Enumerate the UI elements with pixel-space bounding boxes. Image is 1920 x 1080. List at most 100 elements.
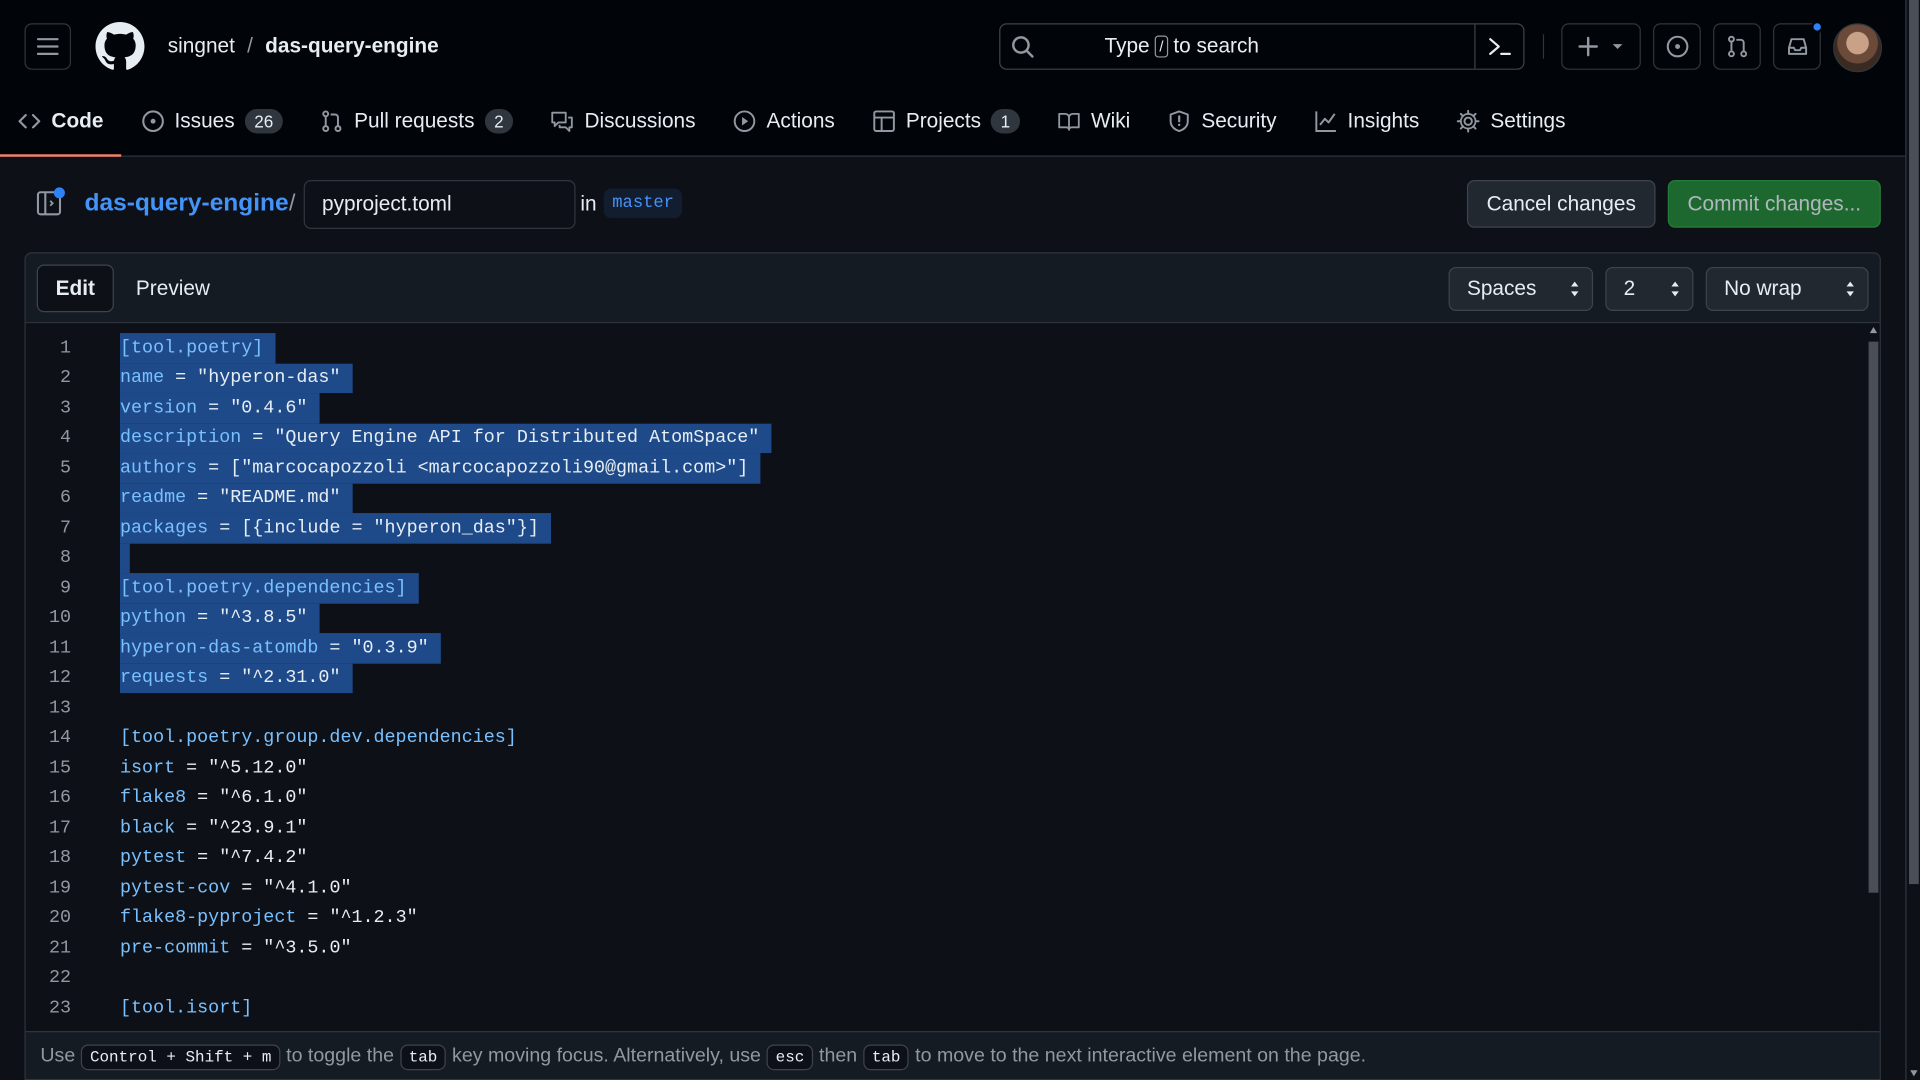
help-text: to toggle the	[286, 1045, 395, 1067]
code-line[interactable]: 2 name = "hyperon-das"	[26, 363, 1863, 394]
code-line[interactable]: 10 python = "^3.8.5"	[26, 603, 1863, 634]
line-number: 8	[59, 547, 72, 569]
line-number: 7	[59, 517, 72, 539]
code-line[interactable]: 20 flake8-pyproject = "^1.2.3"	[26, 903, 1863, 933]
filename-input[interactable]	[303, 180, 576, 229]
tab-label: Settings	[1490, 108, 1566, 133]
scroll-down-arrow[interactable]	[1910, 1070, 1918, 1077]
global-header: singnet / das-query-engine Type / to sea…	[0, 0, 1906, 157]
tab-insights[interactable]: Insights	[1296, 96, 1436, 147]
code-line[interactable]: 12 requests = "^2.31.0"	[26, 663, 1863, 694]
code-line[interactable]: 23 [tool.isort]	[26, 993, 1863, 1023]
cancel-changes-button[interactable]: Cancel changes	[1466, 180, 1656, 228]
tab-label: Code	[51, 108, 104, 133]
preview-tab[interactable]: Preview	[119, 264, 227, 312]
editor-scrollbar[interactable]	[1864, 323, 1880, 1032]
indent-mode-select[interactable]: Spaces	[1448, 266, 1594, 312]
line-number: 2	[59, 367, 72, 389]
code-line[interactable]: 17 black = "^23.9.1"	[26, 813, 1863, 843]
code-line[interactable]: 21 pre-commit = "^3.5.0"	[26, 933, 1863, 963]
code-line[interactable]: 5 authors = ["marcocapozzoli <marcocapozz…	[26, 453, 1863, 484]
search-box[interactable]: Type / to search	[999, 23, 1525, 70]
edit-tab[interactable]: Edit	[36, 264, 114, 313]
header-divider	[1542, 34, 1545, 59]
pull-requests-button[interactable]	[1713, 23, 1761, 70]
tab-discussions[interactable]: Discussions	[533, 96, 713, 147]
line-number: 15	[48, 757, 72, 779]
code-line[interactable]: 19 pytest-cov = "^4.1.0"	[26, 873, 1863, 903]
tab-label: Security	[1201, 108, 1277, 133]
code-line[interactable]: 18 pytest = "^7.4.2"	[26, 843, 1863, 873]
wrap-mode-select[interactable]: No wrap	[1705, 266, 1869, 312]
tab-label: Insights	[1347, 108, 1420, 133]
tab-code[interactable]: Code	[0, 96, 121, 157]
line-number: 21	[48, 937, 72, 959]
code-text: pytest-cov = "^4.1.0"	[120, 877, 352, 899]
code-text: pre-commit = "^3.5.0"	[120, 937, 352, 959]
code-line[interactable]: 15 isort = "^5.12.0"	[26, 753, 1863, 783]
tab-settings[interactable]: Settings	[1439, 96, 1583, 147]
tab-pull-requests[interactable]: Pull requests 2	[303, 96, 531, 147]
code-text: hyperon-das-atomdb = "0.3.9"	[120, 637, 429, 659]
repo-root-link[interactable]: das-query-engine	[84, 190, 288, 218]
tab-wiki[interactable]: Wiki	[1040, 96, 1148, 147]
line-number: 12	[48, 667, 72, 689]
create-new-button[interactable]	[1561, 23, 1641, 70]
editor-scrollbar-thumb[interactable]	[1868, 341, 1879, 893]
branch-badge[interactable]: master	[603, 188, 683, 218]
tab-label: Projects	[905, 108, 982, 133]
scroll-up-arrow[interactable]	[1869, 326, 1878, 334]
code-text: version = "0.4.6"	[120, 397, 308, 419]
code-line[interactable]: 3 version = "0.4.6"	[26, 393, 1863, 424]
line-number: 22	[48, 967, 72, 989]
tab-issues[interactable]: Issues 26	[123, 96, 300, 147]
tab-actions[interactable]: Actions	[715, 96, 852, 147]
page-scrollbar-thumb[interactable]	[1908, 0, 1919, 885]
code-line[interactable]: 1 [tool.poetry]	[26, 333, 1863, 364]
issue-opened-icon	[1666, 35, 1688, 58]
code-line[interactable]: 11 hyperon-das-atomdb = "0.3.9"	[26, 633, 1863, 664]
line-number: 1	[59, 337, 72, 359]
line-number: 3	[59, 397, 72, 419]
menu-button[interactable]	[24, 23, 72, 70]
tab-security[interactable]: Security	[1150, 96, 1294, 147]
code-text: python = "^3.8.5"	[120, 607, 308, 629]
page-scrollbar[interactable]	[1905, 0, 1920, 1080]
select-arrows-icon	[1846, 281, 1854, 297]
code-line[interactable]: 6 readme = "README.md"	[26, 483, 1863, 514]
notification-dot	[1811, 20, 1824, 34]
git-pull-request-icon	[322, 110, 342, 133]
tab-projects[interactable]: Projects 1	[854, 96, 1037, 147]
code-area[interactable]: 1 [tool.poetry] 2 name = "hyperon-das" 3 vers…	[25, 323, 1863, 1032]
command-palette-button[interactable]	[1474, 24, 1523, 69]
indent-size-select[interactable]: 2	[1605, 266, 1694, 312]
help-text: key moving focus. Alternatively, use	[452, 1045, 761, 1067]
tab-label: Wiki	[1090, 108, 1131, 133]
code-line[interactable]: 14 [tool.poetry.group.dev.dependencies]	[26, 723, 1863, 753]
tab-label: Discussions	[584, 108, 696, 133]
owner-link[interactable]: singnet	[168, 34, 235, 58]
line-number: 9	[59, 577, 72, 599]
code-line[interactable]: 13	[26, 693, 1863, 723]
commit-changes-button[interactable]: Commit changes...	[1667, 180, 1881, 228]
git-pull-request-icon	[1727, 35, 1747, 58]
wrap-mode-value: No wrap	[1724, 276, 1802, 301]
code-line[interactable]: 16 flake8 = "^6.1.0"	[26, 783, 1863, 813]
sidebar-notification-dot	[53, 187, 65, 199]
github-logo-icon[interactable]	[95, 22, 145, 71]
user-avatar[interactable]	[1833, 23, 1883, 73]
code-line[interactable]: 8	[26, 543, 1863, 574]
issues-button[interactable]	[1653, 23, 1701, 70]
code-text: [tool.poetry.group.dev.dependencies]	[120, 727, 517, 749]
repo-breadcrumb: singnet / das-query-engine	[168, 34, 439, 58]
gear-icon	[1456, 109, 1480, 133]
line-number: 14	[48, 727, 72, 749]
path-separator: /	[288, 191, 296, 217]
help-text: to move to the next interactive element …	[915, 1045, 1367, 1067]
code-line[interactable]: 9 [tool.poetry.dependencies]	[26, 573, 1863, 604]
code-text: flake8-pyproject = "^1.2.3"	[120, 907, 418, 929]
code-line[interactable]: 22	[26, 963, 1863, 993]
code-line[interactable]: 7 packages = [{include = "hyperon_das"}]	[26, 513, 1863, 544]
repo-link[interactable]: das-query-engine	[265, 34, 439, 58]
code-line[interactable]: 4 description = "Query Engine API for Dis…	[26, 423, 1863, 454]
